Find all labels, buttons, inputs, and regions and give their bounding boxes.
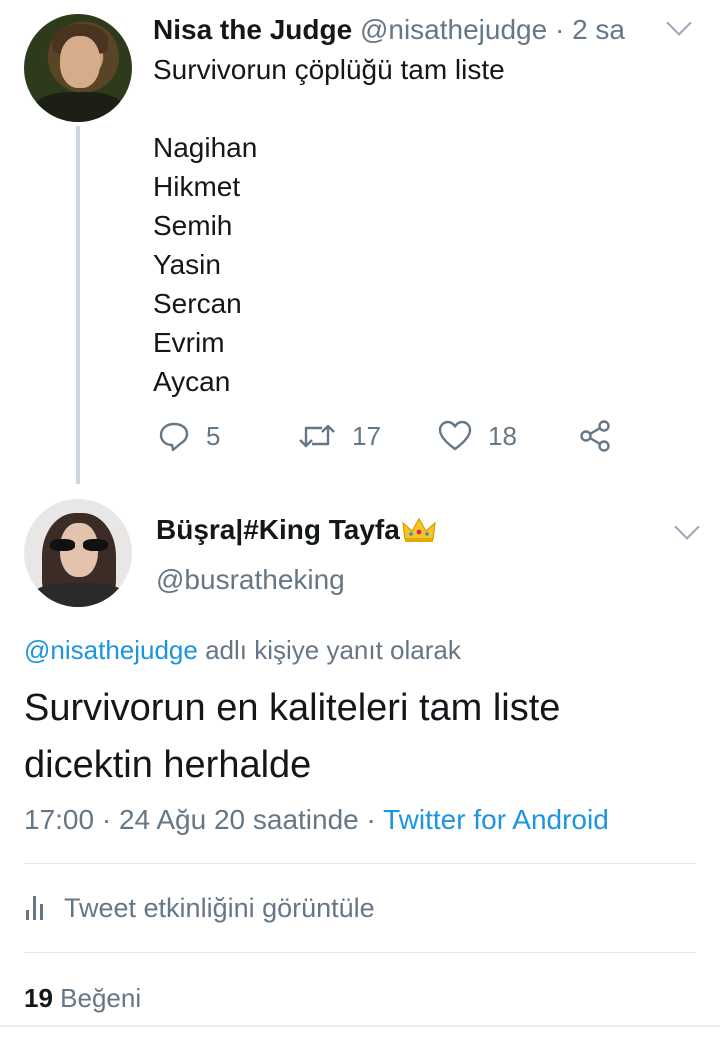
likes-label: Beğeni: [60, 983, 142, 1013]
avatar-shirt: [32, 583, 126, 607]
focused-author-name-row[interactable]: Büşra|#King Tayfa: [156, 512, 436, 548]
divider: [0, 1025, 720, 1027]
tweet-title-line: Survivorun çöplüğü tam liste: [153, 54, 505, 85]
tweet-time: 17:00: [24, 804, 95, 835]
list-item: Aycan: [153, 366, 231, 397]
meta-separator: ·: [547, 14, 573, 45]
like-button[interactable]: 18: [438, 416, 517, 456]
tweet-timestamp-row: 17:00 · 24 Ağu 20 saatinde · Twitter for…: [24, 801, 609, 839]
author-handle[interactable]: @nisathejudge: [360, 14, 547, 45]
tweet-text-line: dicektin herhalde: [24, 744, 312, 786]
list-item: Sercan: [153, 288, 242, 319]
avatar-shirt: [34, 92, 124, 122]
reply-count: 5: [206, 420, 221, 451]
likes-summary[interactable]: 19 Beğeni: [24, 980, 141, 1016]
meta-separator: ·: [94, 804, 119, 835]
chevron-down-icon[interactable]: [666, 10, 692, 36]
list-item: Nagihan: [153, 132, 258, 163]
list-item: Evrim: [153, 327, 225, 358]
parent-tweet-text: Survivorun çöplüğü tam liste Nagihan Hik…: [153, 50, 505, 401]
retweet-button[interactable]: 17: [298, 416, 381, 456]
tweet-source-link[interactable]: Twitter for Android: [383, 804, 609, 835]
likes-count: 19: [24, 983, 53, 1013]
tweet-activity-label: Tweet etkinliğini görüntüle: [64, 893, 375, 923]
avatar-busra[interactable]: [24, 499, 132, 607]
parent-tweet-header: Nisa the Judge @nisathejudge · 2 sa: [153, 12, 625, 48]
reply-button[interactable]: 5: [158, 416, 220, 456]
author-handle[interactable]: @busratheking: [156, 562, 345, 598]
crown-icon: [402, 517, 436, 543]
thread-connector-line: [76, 126, 80, 484]
author-name[interactable]: Büşra|#King Tayfa: [156, 512, 400, 548]
share-icon: [580, 420, 610, 452]
divider: [24, 863, 696, 864]
avatar-sunglasses: [50, 539, 108, 551]
reply-context: @nisathejudge adlı kişiye yanıt olarak: [24, 632, 461, 668]
avatar-nisa[interactable]: [24, 14, 132, 122]
reply-to-link[interactable]: @nisathejudge: [24, 635, 198, 665]
tweet-time[interactable]: 2 sa: [572, 14, 625, 45]
retweet-icon: [299, 424, 335, 448]
like-count: 18: [488, 420, 517, 451]
tweet-date: 24 Ağu 20 saatinde: [118, 804, 359, 835]
reply-to-suffix: adlı kişiye yanıt olarak: [197, 635, 461, 665]
meta-separator: ·: [358, 804, 384, 835]
list-item: Semih: [153, 210, 233, 241]
heart-icon: [438, 420, 472, 451]
retweet-count: 17: [352, 420, 381, 451]
focused-tweet-text: Survivorun en kaliteleri tam liste dicek…: [24, 680, 704, 794]
tweet-activity-link[interactable]: Tweet etkinliğini görüntüle: [26, 890, 375, 926]
analytics-icon: [26, 896, 50, 920]
tweet-actions-bar: 5 17 18: [150, 416, 630, 456]
chevron-down-icon[interactable]: [674, 514, 700, 540]
tweet-text-line: Survivorun en kaliteleri tam liste: [24, 687, 561, 729]
author-name[interactable]: Nisa the Judge: [153, 14, 352, 45]
avatar-face: [60, 36, 100, 88]
divider: [24, 952, 696, 953]
list-item: Hikmet: [153, 171, 241, 202]
share-button[interactable]: [578, 416, 612, 456]
reply-icon: [159, 422, 189, 452]
contestant-list: Nagihan Hikmet Semih Yasin Sercan Evrim …: [153, 128, 505, 401]
list-item: Yasin: [153, 249, 221, 280]
